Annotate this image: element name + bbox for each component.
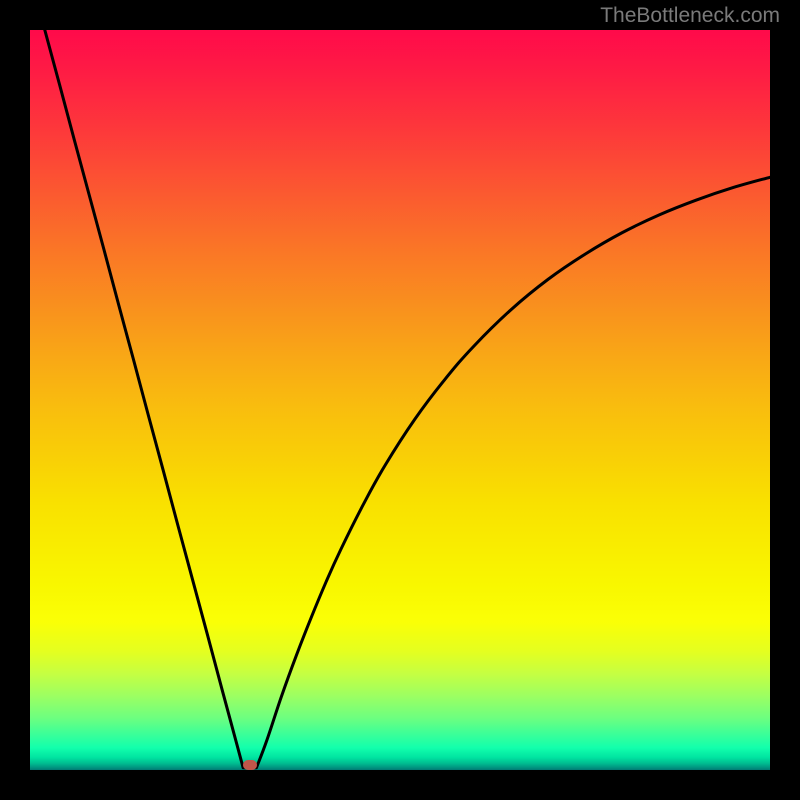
watermark-text: TheBottleneck.com [600, 4, 780, 28]
chart-plot-area [30, 30, 770, 770]
optimal-point-marker [243, 760, 257, 770]
bottleneck-curve [30, 30, 770, 770]
